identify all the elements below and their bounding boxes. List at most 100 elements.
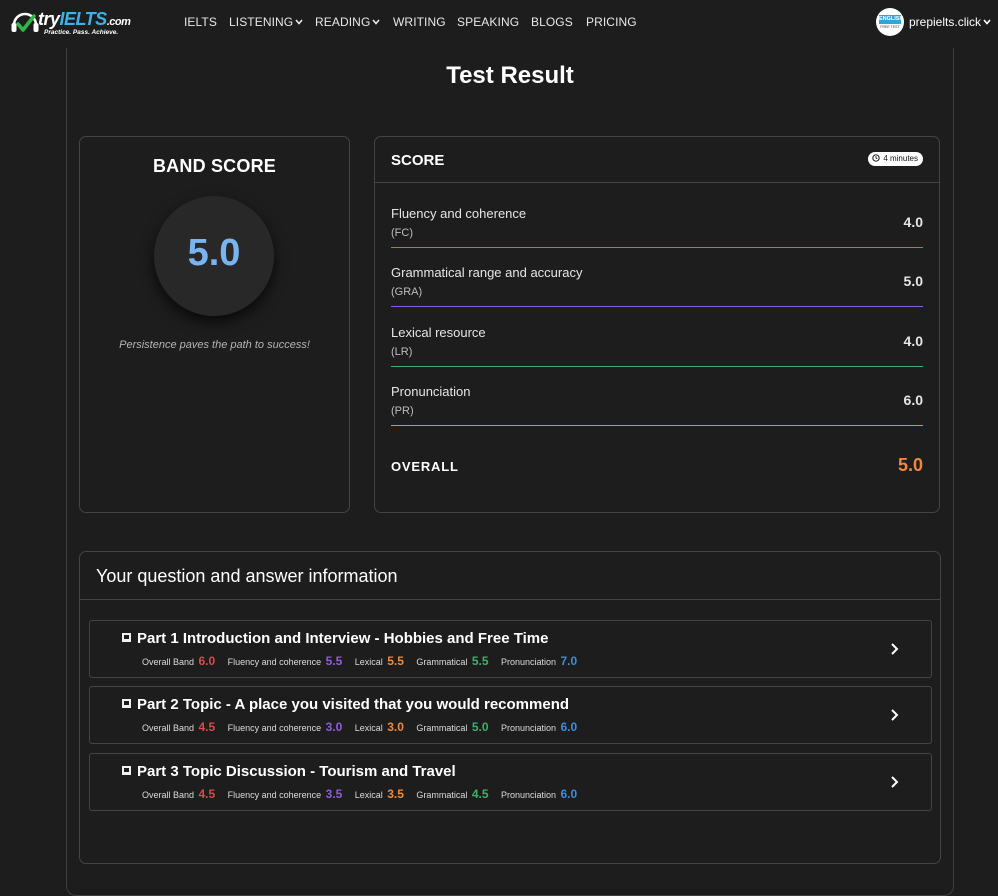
- part-title: Part 2 Topic - A place you visited that …: [137, 696, 570, 713]
- chevron-right-icon[interactable]: [889, 708, 901, 722]
- pronunciation-value: 7.0: [560, 654, 578, 668]
- nav-ielts[interactable]: IELTS: [184, 15, 217, 29]
- overall-score-value: 5.0: [897, 455, 923, 475]
- band-score-value: 5.0: [187, 232, 241, 274]
- part-scores: Overall Band 4.5 Fluency and coherence 3…: [142, 785, 585, 803]
- overall-band-label: Overall Band: [142, 723, 195, 733]
- criterion-score: 5.0: [903, 273, 923, 289]
- fc-label: Fluency and coherence: [227, 790, 322, 800]
- nav-blogs-label: BLOGS: [531, 15, 573, 29]
- criterion-divider: [391, 306, 923, 307]
- score-title: SCORE: [391, 152, 445, 169]
- criterion-divider: [391, 425, 923, 426]
- qa-title: Your question and answer information: [96, 566, 398, 586]
- chevron-down-icon: [295, 19, 303, 25]
- criterion-name: Lexical resource: [391, 325, 486, 340]
- grammatical-label: Grammatical: [416, 790, 468, 800]
- nav-listening-label: LISTENING: [229, 15, 294, 29]
- nav-speaking[interactable]: SPEAKING: [457, 15, 519, 29]
- qa-card-header: Your question and answer information: [80, 552, 940, 600]
- nav-writing-label: WRITING: [393, 15, 446, 29]
- criterion-name: Grammatical range and accuracy: [391, 265, 583, 280]
- chevron-down-icon: [372, 19, 380, 25]
- clock-icon: [872, 154, 880, 162]
- nav-reading[interactable]: READING: [315, 15, 380, 29]
- part-1-row[interactable]: Part 1 Introduction and Interview - Hobb…: [89, 620, 932, 678]
- lexical-value: 3.0: [387, 720, 404, 734]
- document-icon: [122, 766, 131, 775]
- chevron-right-icon[interactable]: [889, 642, 901, 656]
- criterion-name: Pronunciation: [391, 384, 471, 399]
- avatar-top-text: ENGLISH: [879, 15, 904, 24]
- document-icon: [122, 633, 131, 642]
- part-scores: Overall Band 4.5 Fluency and coherence 3…: [142, 718, 585, 736]
- avatar[interactable]: ENGLISH FREE TEST: [876, 8, 904, 36]
- part-2-row[interactable]: Part 2 Topic - A place you visited that …: [89, 686, 932, 744]
- top-navbar: tryIELTS.com Practice. Pass. Achieve. IE…: [0, 0, 998, 44]
- criterion-abbr: (LR): [391, 346, 413, 358]
- lexical-label: Lexical: [354, 723, 383, 733]
- logo-tagline: Practice. Pass. Achieve.: [44, 29, 119, 36]
- criterion-fc: Fluency and coherence (FC) 4.0: [391, 206, 923, 248]
- qa-info-card: Your question and answer information Par…: [79, 551, 941, 864]
- time-badge: 4 minutes: [868, 152, 923, 166]
- logo-wordmark: tryIELTS.com: [38, 9, 131, 30]
- criterion-score: 6.0: [903, 392, 923, 408]
- score-breakdown-card: SCORE 4 minutes Fluency and coherence (F…: [374, 136, 940, 513]
- nav-writing[interactable]: WRITING: [393, 15, 446, 29]
- logo-domain: .com: [106, 16, 131, 28]
- grammatical-label: Grammatical: [416, 723, 468, 733]
- username-label[interactable]: prepielts.click: [909, 15, 991, 29]
- fc-label: Fluency and coherence: [227, 723, 322, 733]
- band-score-circle: 5.0: [154, 196, 274, 316]
- lexical-label: Lexical: [354, 657, 383, 667]
- overall-band-value: 6.0: [198, 654, 216, 668]
- overall-band-value: 4.5: [198, 787, 216, 801]
- criterion-gra: Grammatical range and accuracy (GRA) 5.0: [391, 265, 923, 307]
- overall-label: OVERALL: [391, 459, 459, 474]
- criterion-abbr: (FC): [391, 227, 413, 239]
- pronunciation-label: Pronunciation: [501, 657, 557, 667]
- pronunciation-label: Pronunciation: [501, 723, 557, 733]
- part-scores: Overall Band 6.0 Fluency and coherence 5…: [142, 652, 585, 670]
- criterion-name: Fluency and coherence: [391, 206, 527, 221]
- criterion-lr: Lexical resource (LR) 4.0: [391, 325, 923, 367]
- site-logo[interactable]: tryIELTS.com Practice. Pass. Achieve.: [10, 6, 135, 40]
- criterion-score: 4.0: [903, 214, 923, 230]
- part-title: Part 1 Introduction and Interview - Hobb…: [137, 630, 549, 647]
- chevron-down-icon: [983, 19, 991, 25]
- logo-brand: IELTS: [59, 9, 108, 29]
- lexical-value: 5.5: [387, 654, 404, 668]
- part-3-row[interactable]: Part 3 Topic Discussion - Tourism and Tr…: [89, 753, 932, 811]
- username-text: prepielts.click: [909, 15, 982, 29]
- grammatical-value: 5.0: [471, 720, 489, 734]
- lexical-label: Lexical: [354, 790, 383, 800]
- criterion-score: 4.0: [903, 333, 923, 349]
- page-title: Test Result: [446, 62, 574, 89]
- fc-label: Fluency and coherence: [227, 657, 322, 667]
- nav-pricing-label: PRICING: [586, 15, 637, 29]
- criterion-divider: [391, 366, 923, 367]
- fc-value: 5.5: [325, 654, 343, 668]
- part-title: Part 3 Topic Discussion - Tourism and Tr…: [137, 763, 456, 780]
- nav-ielts-label: IELTS: [184, 15, 217, 29]
- criterion-pr: Pronunciation (PR) 6.0: [391, 384, 923, 426]
- band-score-card: BAND SCORE 5.0 Persistence paves the pat…: [79, 136, 350, 513]
- criterion-abbr: (PR): [391, 405, 414, 417]
- chevron-right-icon[interactable]: [889, 775, 901, 789]
- time-badge-text: 4 minutes: [883, 154, 918, 163]
- overall-band-value: 4.5: [198, 720, 216, 734]
- criterion-divider: [391, 247, 923, 248]
- criterion-abbr: (GRA): [391, 286, 423, 298]
- nav-blogs[interactable]: BLOGS: [531, 15, 573, 29]
- overall-band-label: Overall Band: [142, 657, 195, 667]
- overall-band-label: Overall Band: [142, 790, 195, 800]
- nav-listening[interactable]: LISTENING: [229, 15, 303, 29]
- grammatical-label: Grammatical: [416, 657, 468, 667]
- nav-reading-label: READING: [315, 15, 371, 29]
- document-icon: [122, 699, 131, 708]
- nav-pricing[interactable]: PRICING: [586, 15, 637, 29]
- score-card-header: SCORE 4 minutes: [375, 137, 939, 183]
- grammatical-value: 5.5: [471, 654, 489, 668]
- avatar-bottom-text: FREE TEST: [880, 25, 900, 29]
